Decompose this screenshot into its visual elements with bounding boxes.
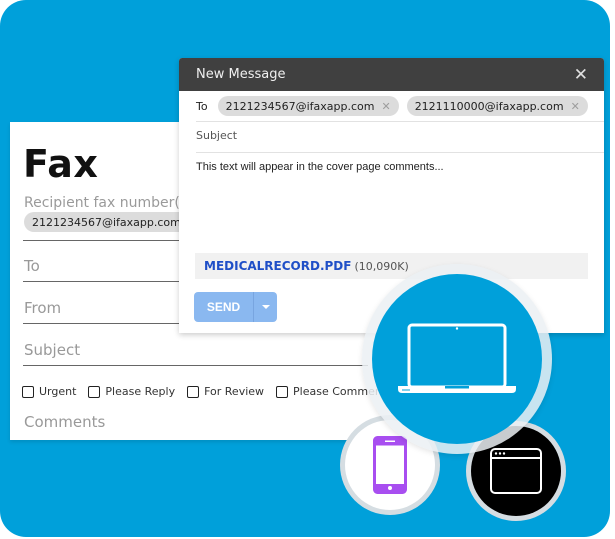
recipient-chip[interactable]: 2121110000@ifaxapp.com ✕	[406, 96, 588, 116]
checkbox-box[interactable]	[88, 385, 101, 398]
message-title: New Message	[196, 67, 286, 82]
checkbox-label: Please Reply	[105, 385, 176, 398]
subject-input[interactable]: Subject	[196, 129, 237, 142]
checkbox-urgent[interactable]: Urgent	[22, 385, 76, 398]
to-label: To	[196, 99, 208, 113]
attachment-name[interactable]: MEDICALRECORD.PDF	[204, 259, 351, 273]
fax-title: Fax	[23, 142, 99, 186]
checkbox-box[interactable]	[187, 385, 200, 398]
remove-chip-icon[interactable]: ✕	[381, 100, 390, 113]
close-icon[interactable]: ✕	[574, 65, 588, 85]
subject-field[interactable]: Subject	[24, 341, 80, 359]
to-row[interactable]: To 2121234567@ifaxapp.com ✕ 2121110000@i…	[179, 91, 604, 121]
laptop-badge	[362, 264, 552, 454]
send-label: SEND	[194, 292, 254, 322]
attachment[interactable]: MEDICALRECORD.PDF (10,090K)	[195, 253, 588, 279]
laptop-icon	[398, 323, 516, 393]
checkbox-group: Urgent Please Reply For Review Please Co…	[22, 385, 386, 398]
divider	[196, 152, 604, 153]
recipient-chip[interactable]: 2121234567@ifaxapp.com ✕	[217, 96, 399, 116]
comments-field[interactable]: Comments	[24, 413, 105, 431]
checkbox-box[interactable]	[276, 385, 289, 398]
checkbox-label: For Review	[204, 385, 265, 398]
recipient-chip-label: 2121110000@ifaxapp.com	[414, 99, 564, 113]
recipient-fax-label: Recipient fax number(U	[24, 195, 191, 211]
from-field[interactable]: From	[24, 299, 61, 317]
send-options-dropdown[interactable]	[254, 305, 277, 309]
checkbox-label: Urgent	[39, 385, 77, 398]
smartphone-icon	[373, 436, 407, 494]
recipient-chip-label: 2121234567@ifaxapp.com	[225, 99, 375, 113]
attachment-size: (10,090K)	[354, 259, 409, 273]
recipient-chip[interactable]: 2121234567@ifaxapp.com ✕	[24, 212, 206, 232]
message-body[interactable]: This text will appear in the cover page …	[196, 161, 444, 173]
to-field[interactable]: To	[24, 257, 40, 275]
checkbox-please-reply[interactable]: Please Reply	[88, 385, 175, 398]
remove-chip-icon[interactable]: ✕	[571, 100, 580, 113]
divider	[196, 121, 604, 122]
caret-down-icon	[261, 305, 270, 309]
message-header: New Message ✕	[179, 58, 604, 91]
checkbox-box[interactable]	[22, 385, 34, 398]
browser-window-icon	[490, 448, 542, 494]
subject-underline	[23, 365, 368, 366]
recipient-chip-label: 2121234567@ifaxapp.com	[32, 215, 181, 229]
checkbox-for-review[interactable]: For Review	[187, 385, 264, 398]
send-button[interactable]: SEND	[194, 292, 277, 322]
